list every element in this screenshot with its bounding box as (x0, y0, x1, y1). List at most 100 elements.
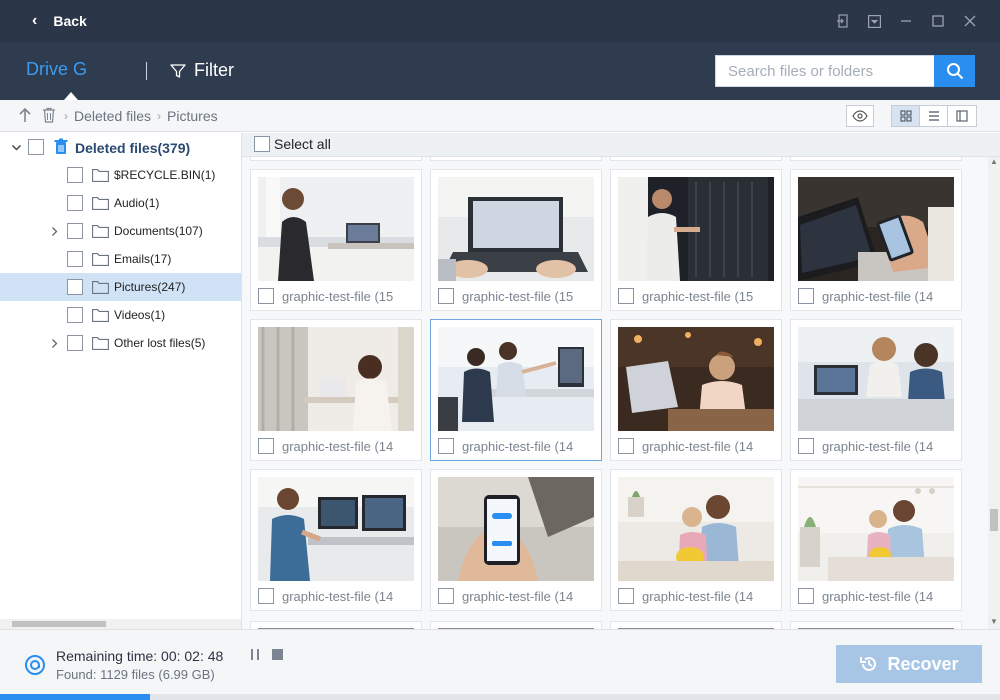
pause-button[interactable] (249, 648, 261, 666)
back-chevron-icon: ‹ (32, 12, 38, 29)
file-checkbox[interactable] (258, 438, 274, 454)
scrollbar-thumb[interactable] (990, 509, 998, 531)
file-card[interactable]: graphic-test-file (14 (250, 469, 422, 611)
preview-toggle-button[interactable] (846, 105, 874, 127)
found-count: Found: 1129 files (6.99 GB) (56, 667, 215, 682)
expand-chevron-icon[interactable] (48, 337, 60, 349)
file-card-partial[interactable] (790, 621, 962, 629)
tree-checkbox[interactable] (67, 223, 83, 239)
file-card[interactable]: graphic-test-file (14 (790, 469, 962, 611)
file-card[interactable]: graphic-test-file (15 (430, 169, 602, 311)
select-all-label[interactable]: Select all (274, 136, 331, 152)
expand-chevron-icon[interactable] (48, 225, 60, 237)
horizontal-scrollbar[interactable] (0, 619, 241, 629)
file-checkbox[interactable] (258, 288, 274, 304)
file-checkbox[interactable] (258, 588, 274, 604)
file-card[interactable]: graphic-test-file (14 (790, 319, 962, 461)
window-controls (826, 0, 986, 42)
scroll-down-icon[interactable]: ▼ (990, 617, 998, 626)
tree-checkbox[interactable] (67, 167, 83, 183)
tree-checkbox[interactable] (67, 335, 83, 351)
search-input[interactable] (716, 56, 934, 86)
stop-icon[interactable] (272, 649, 283, 660)
breadcrumb-deleted-files[interactable]: Deleted files (74, 108, 151, 124)
breadcrumb-pictures[interactable]: Pictures (167, 108, 218, 124)
progress-fill (0, 694, 150, 700)
grid-view-button[interactable] (892, 106, 920, 126)
search-box (715, 55, 934, 87)
file-card-partial[interactable] (610, 621, 782, 629)
file-name: graphic-test-file (14 (642, 439, 754, 454)
sidebar-item-label: Videos(1) (114, 308, 166, 322)
image-thumbnail (258, 177, 414, 281)
sidebar-item-emails[interactable]: Emails(17) (0, 245, 241, 273)
file-checkbox[interactable] (438, 588, 454, 604)
file-card-partial[interactable] (250, 621, 422, 629)
sidebar-item-other-lost-files[interactable]: Other lost files(5) (0, 329, 241, 357)
back-button[interactable]: ‹ Back (32, 12, 87, 30)
recover-button[interactable]: Recover (836, 645, 982, 683)
tree-checkbox[interactable] (67, 251, 83, 267)
breadcrumb-separator: › (157, 109, 162, 123)
filter-label: Filter (194, 60, 234, 80)
up-arrow-icon[interactable] (18, 107, 32, 128)
file-card[interactable]: graphic-test-file (14 (250, 319, 422, 461)
sidebar-item-videos[interactable]: Videos(1) (0, 301, 241, 329)
scrollbar-thumb[interactable] (12, 621, 106, 627)
view-mode-group (891, 105, 977, 127)
file-checkbox[interactable] (618, 588, 634, 604)
sidebar-item-pictures[interactable]: Pictures(247) (0, 273, 241, 301)
file-card[interactable]: graphic-test-file (14 (430, 469, 602, 611)
file-checkbox[interactable] (618, 438, 634, 454)
file-name: graphic-test-file (15 (282, 289, 394, 304)
file-checkbox[interactable] (438, 288, 454, 304)
file-card[interactable]: graphic-test-file (14 (610, 319, 782, 461)
preview-pane-icon (956, 110, 968, 122)
select-all-bar: Select all (242, 133, 1000, 157)
image-thumbnail (798, 327, 954, 431)
file-card[interactable]: graphic-test-file (14 (610, 469, 782, 611)
search-icon (946, 63, 963, 80)
maximize-icon[interactable] (922, 0, 954, 42)
login-icon[interactable] (826, 0, 858, 42)
close-icon[interactable] (954, 0, 986, 42)
tree-checkbox[interactable] (67, 307, 83, 323)
file-card[interactable]: graphic-test-file (15 (250, 169, 422, 311)
file-card[interactable]: graphic-test-file (15 (610, 169, 782, 311)
scroll-up-icon[interactable]: ▲ (990, 157, 998, 166)
tree-checkbox[interactable] (28, 139, 44, 155)
folder-icon (92, 252, 109, 269)
filter-button[interactable]: Filter (170, 60, 234, 81)
tree-checkbox[interactable] (67, 279, 83, 295)
file-card[interactable]: graphic-test-file (14 (430, 319, 602, 461)
file-checkbox[interactable] (798, 288, 814, 304)
file-card[interactable]: graphic-test-file (14 (790, 169, 962, 311)
preview-pane-button[interactable] (948, 106, 976, 126)
drive-tab[interactable]: Drive G (26, 59, 87, 80)
file-checkbox[interactable] (438, 438, 454, 454)
recycle-bin-icon (54, 138, 68, 158)
dropdown-menu-icon[interactable] (858, 0, 890, 42)
scan-progress-bar (0, 694, 1000, 700)
file-name: graphic-test-file (14 (642, 589, 754, 604)
vertical-scrollbar[interactable]: ▲ ▼ (988, 157, 1000, 629)
sidebar-item-documents[interactable]: Documents(107) (0, 217, 241, 245)
tree-root-deleted-files[interactable]: Deleted files(379) (0, 133, 241, 161)
file-name: graphic-test-file (15 (462, 289, 574, 304)
file-checkbox[interactable] (618, 288, 634, 304)
tree-checkbox[interactable] (67, 195, 83, 211)
back-label: Back (53, 13, 87, 29)
file-checkbox[interactable] (798, 438, 814, 454)
file-name: graphic-test-file (14 (822, 589, 934, 604)
sidebar-item-label: Pictures(247) (114, 280, 186, 294)
expand-chevron-icon[interactable] (10, 141, 22, 153)
file-checkbox[interactable] (798, 588, 814, 604)
minimize-icon[interactable] (890, 0, 922, 42)
tab-indicator (64, 92, 78, 100)
file-card-partial[interactable] (430, 621, 602, 629)
select-all-checkbox[interactable] (254, 136, 270, 152)
sidebar-item-recycle-bin[interactable]: $RECYCLE.BIN(1) (0, 161, 241, 189)
search-button[interactable] (934, 55, 975, 87)
sidebar-item-audio[interactable]: Audio(1) (0, 189, 241, 217)
list-view-button[interactable] (920, 106, 948, 126)
